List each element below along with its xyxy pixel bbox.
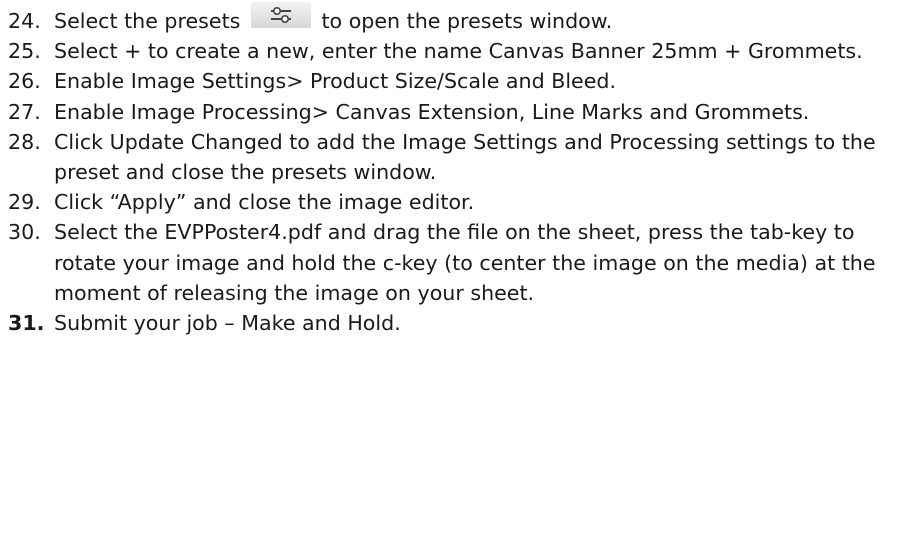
step-27: 27. Enable Image Processing> Canvas Exte… xyxy=(8,97,898,127)
step-31: 31. Submit your job – Make and Hold. xyxy=(8,308,898,338)
step-number: 29. xyxy=(8,190,41,215)
step-25: 25. Select + to create a new, enter the … xyxy=(8,36,898,66)
step-30: 30. Select the EVPPoster4.pdf and drag t… xyxy=(8,217,898,308)
step-26: 26. Enable Image Settings> Product Size/… xyxy=(8,66,898,96)
step-text-after-icon: to open the presets window. xyxy=(321,9,613,33)
step-number: 25. xyxy=(8,39,41,64)
step-text: Click “Apply” and close the image editor… xyxy=(54,190,475,215)
step-number: 30. xyxy=(8,220,41,245)
step-text: Select the presets to open the presets w… xyxy=(54,2,898,36)
step-text: Select + to create a new, enter the name… xyxy=(54,39,863,64)
step-text: Select the EVPPoster4.pdf and drag the f… xyxy=(54,220,876,305)
instruction-steps: 24. Select the presets to open the prese… xyxy=(8,2,898,338)
step-text-before-icon: Select the presets xyxy=(54,9,241,33)
step-28: 28. Click Update Changed to add the Imag… xyxy=(8,127,898,187)
step-text: Submit your job – Make and Hold. xyxy=(54,311,401,336)
presets-sliders-icon xyxy=(250,2,311,28)
step-text: Click Update Changed to add the Image Se… xyxy=(54,129,876,185)
step-number: 27. xyxy=(8,99,41,124)
step-29: 29. Click “Apply” and close the image ed… xyxy=(8,187,898,217)
step-text: Enable Image Processing> Canvas Extensio… xyxy=(54,99,810,124)
step-number: 26. xyxy=(8,69,41,94)
step-24: 24. Select the presets to open the prese… xyxy=(8,2,898,36)
step-number: 31. xyxy=(8,311,45,336)
step-text: Enable Image Settings> Product Size/Scal… xyxy=(54,69,617,94)
step-number: 28. xyxy=(8,129,41,154)
step-number: 24. xyxy=(8,9,41,33)
